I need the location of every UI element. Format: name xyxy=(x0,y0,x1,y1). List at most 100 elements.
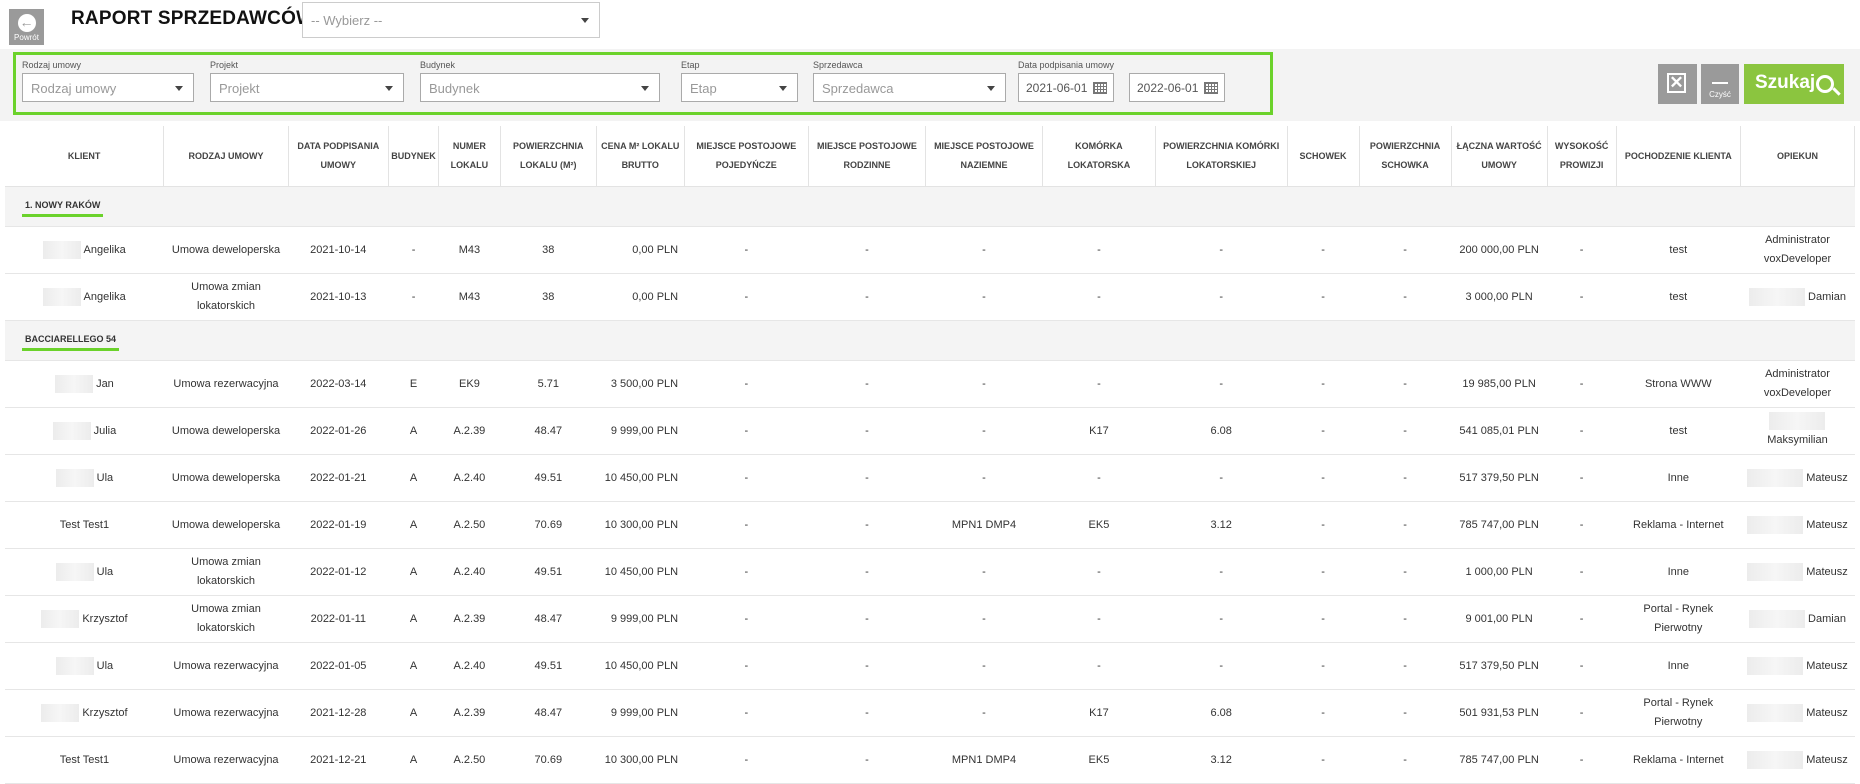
clear-button[interactable]: Czyść xyxy=(1701,64,1739,104)
table-row[interactable]: Test Test1 Umowa deweloperska 2022-01-19 A A… xyxy=(5,501,1855,549)
cell-text: - xyxy=(982,471,986,484)
cell-price: 10 300,00 PLN xyxy=(596,736,685,784)
column-header[interactable]: RODZAJ UMOWY xyxy=(163,126,289,187)
search-icon xyxy=(1816,75,1834,93)
cell-text: 49.51 xyxy=(534,471,563,484)
cell-text: Umowa deweloperska xyxy=(171,243,281,256)
table-row[interactable]: Angelika Umowa zmian lokatorskich 2021-10-… xyxy=(5,273,1855,321)
cell-locker-area: - xyxy=(1359,595,1452,643)
column-header[interactable]: OPIEKUN xyxy=(1740,126,1856,187)
cell-text: - xyxy=(1579,290,1584,303)
column-header[interactable]: POWIERZCHNIA KOMÓRKI LOKATORSKIEJ xyxy=(1155,126,1288,187)
stage-select[interactable]: Etap xyxy=(681,73,798,102)
cell-p-family: - xyxy=(808,689,926,737)
cell-date: 2022-03-14 xyxy=(288,360,389,408)
cell-total: 541 085,01 PLN xyxy=(1451,407,1548,455)
cell-commission: - xyxy=(1547,642,1617,690)
column-header[interactable]: POWIERZCHNIA SCHOWKA xyxy=(1359,126,1452,187)
cell-text: test xyxy=(1669,290,1688,303)
cell-price: 0,00 PLN xyxy=(596,273,685,321)
calendar-icon[interactable] xyxy=(1204,82,1218,94)
page-title: RAPORT SPRZEDAWCÓW xyxy=(71,8,315,29)
cell-p-ground: - xyxy=(925,226,1043,274)
cell-contract: Umowa rezerwacyjna xyxy=(163,689,289,737)
cell-storage: - xyxy=(1042,273,1156,321)
column-header[interactable]: CENA M² LOKALU BRUTTO xyxy=(596,126,685,187)
seller-select-value: -- Wybierz -- xyxy=(311,13,383,28)
column-header[interactable]: MIEJSCE POSTOJOWE RODZINNE xyxy=(808,126,926,187)
export-excel-button[interactable]: ✕ xyxy=(1658,64,1697,104)
cell-text: 49.51 xyxy=(534,659,563,672)
column-header[interactable]: BUDYNEK xyxy=(388,126,440,187)
chevron-down-icon xyxy=(581,18,589,23)
column-header[interactable]: DATA PODPISANIA UMOWY xyxy=(288,126,389,187)
cell-text: 785 747,00 PLN xyxy=(1459,753,1539,766)
seller-filter-select[interactable]: Sprzedawca xyxy=(813,73,1006,102)
cell-locker: - xyxy=(1287,689,1360,737)
cell-storage: - xyxy=(1042,595,1156,643)
table-row[interactable]: Ula Umowa rezerwacyjna 2022-01-05 A A.2.40 49… xyxy=(5,642,1855,690)
column-header[interactable]: MIEJSCE POSTOJOWE POJEDYŃCZE xyxy=(684,126,809,187)
cell-text: Test Test1 xyxy=(59,753,110,766)
table-row[interactable]: Test Test1 Umowa rezerwacyjna 2021-12-21 A A… xyxy=(5,736,1855,784)
filter-stage: Etap Etap xyxy=(681,59,798,102)
table-row[interactable]: Ula Umowa zmian lokatorskich 2022-01-12 A A.… xyxy=(5,548,1855,596)
calendar-icon[interactable] xyxy=(1093,82,1107,94)
cell-p-family: - xyxy=(808,454,926,502)
date-to-input[interactable]: 2022-06-01 xyxy=(1129,73,1225,102)
cell-locker: - xyxy=(1287,273,1360,321)
project-select[interactable]: Projekt xyxy=(210,73,404,102)
cell-contract: Umowa rezerwacyjna xyxy=(163,736,289,784)
cell-text: - xyxy=(865,518,869,531)
column-header[interactable]: ŁĄCZNA WARTOŚĆ UMOWY xyxy=(1451,126,1548,187)
cell-locker: - xyxy=(1287,642,1360,690)
cell-date: 2021-10-14 xyxy=(288,226,389,274)
cell-text: - xyxy=(865,290,869,303)
cell-storage-area: - xyxy=(1155,360,1287,408)
cell-text: - xyxy=(1219,377,1223,390)
cell-owner: Damian xyxy=(1740,273,1855,321)
cell-text: MPN1 DMP4 xyxy=(951,753,1017,766)
cell-text: Ula xyxy=(96,659,114,672)
date-from-value: 2021-06-01 xyxy=(1026,81,1088,95)
cell-client: Test Test1 xyxy=(5,736,164,784)
cell-client: Krzysztof xyxy=(5,689,164,737)
table-row[interactable]: Krzysztof Umowa zmian lokatorskich 2022-01… xyxy=(5,595,1855,643)
cell-locker: - xyxy=(1287,548,1360,596)
table-row[interactable]: Angelika Umowa deweloperska 2021-10-14 - M43… xyxy=(5,226,1855,274)
column-header[interactable]: POWIERZCHNIA LOKALU (M²) xyxy=(500,126,597,187)
column-header[interactable]: POCHODZENIE KLIENTA xyxy=(1616,126,1741,187)
cell-area: 48.47 xyxy=(500,595,597,643)
cell-text: Damian xyxy=(1808,290,1846,303)
cell-text: A.2.40 xyxy=(453,565,486,578)
cell-locker: - xyxy=(1287,501,1360,549)
cell-text: - xyxy=(1097,612,1101,625)
cell-locker-area: - xyxy=(1359,407,1452,455)
cell-p-single: - xyxy=(684,689,809,737)
redacted-name xyxy=(1747,515,1804,534)
building-select[interactable]: Budynek xyxy=(420,73,660,102)
seller-select[interactable]: -- Wybierz -- xyxy=(302,2,600,38)
group-label: 1. NOWY RAKÓW xyxy=(22,199,104,217)
table-row[interactable]: Julia Umowa deweloperska 2022-01-26 A A.2.39… xyxy=(5,407,1855,455)
cell-commission: - xyxy=(1547,454,1617,502)
cell-storage: - xyxy=(1042,642,1156,690)
filter-project: Projekt Projekt xyxy=(210,59,404,102)
search-button[interactable]: Szukaj xyxy=(1744,64,1844,104)
column-header[interactable]: MIEJSCE POSTOJOWE NAZIEMNE xyxy=(925,126,1044,187)
column-header[interactable]: SCHOWEK xyxy=(1287,126,1360,187)
table-row[interactable]: Krzysztof Umowa rezerwacyjna 2021-12-28 A A.… xyxy=(5,689,1855,737)
column-header[interactable]: KOMÓRKA LOKATORSKA xyxy=(1042,126,1156,187)
cell-text: 2021-10-14 xyxy=(310,243,367,256)
date-from-input[interactable]: 2021-06-01 xyxy=(1018,73,1114,102)
column-header[interactable]: WYSOKOŚĆ PROWIZJI xyxy=(1547,126,1617,187)
table-row[interactable]: Jan Umowa rezerwacyjna 2022-03-14 E EK9 5.71 3… xyxy=(5,360,1855,408)
table-row[interactable]: Ula Umowa deweloperska 2022-01-21 A A.2.40 49… xyxy=(5,454,1855,502)
redacted-name xyxy=(55,562,94,581)
redacted-name xyxy=(43,287,82,306)
column-header[interactable]: NUMER LOKALU xyxy=(438,126,501,187)
filter-seller: Sprzedawca Sprzedawca xyxy=(813,59,1006,102)
column-header[interactable]: KLIENT xyxy=(5,126,165,187)
contract-type-select[interactable]: Rodzaj umowy xyxy=(22,73,194,102)
back-button[interactable]: ← Powrót xyxy=(9,9,44,45)
